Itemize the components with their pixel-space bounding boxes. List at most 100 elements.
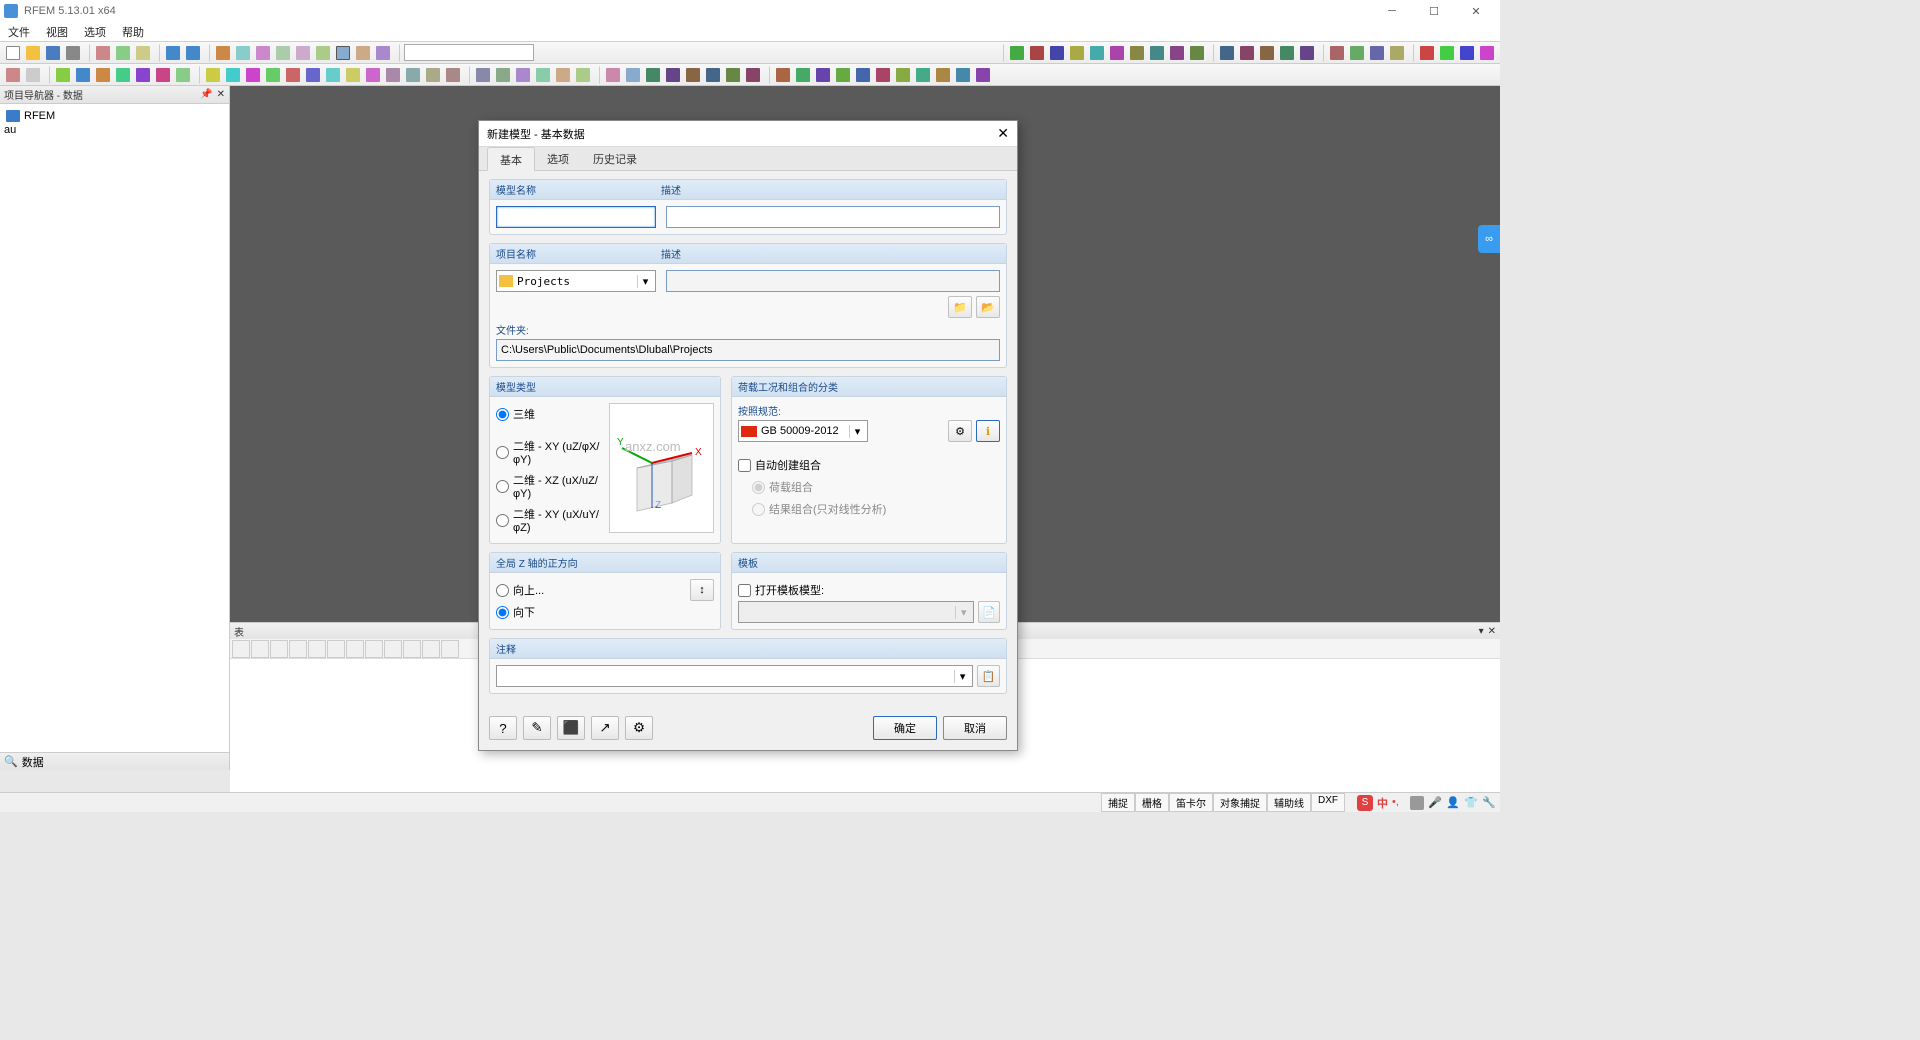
tool-v2[interactable] (1028, 44, 1046, 62)
tp-btn-11[interactable] (422, 640, 440, 658)
tp-pin-icon[interactable]: ▾ (1479, 626, 1484, 637)
pin-icon[interactable]: 📌 (200, 89, 212, 100)
navigator-root-item[interactable]: RFEM (4, 108, 225, 124)
ime-icon[interactable]: S (1357, 795, 1373, 811)
tool-v21[interactable] (1438, 44, 1456, 62)
tab-basic[interactable]: 基本 (487, 147, 535, 171)
t2-d[interactable] (74, 66, 92, 84)
tray-tool-icon[interactable]: 🔧 (1482, 796, 1496, 810)
tool-paste[interactable] (134, 44, 152, 62)
tool-v6[interactable] (1108, 44, 1126, 62)
tp-btn-1[interactable] (232, 640, 250, 658)
t2-as[interactable] (934, 66, 952, 84)
t2-ag[interactable] (684, 66, 702, 84)
t2-t[interactable] (404, 66, 422, 84)
tool-v13[interactable] (1258, 44, 1276, 62)
t2-j[interactable] (204, 66, 222, 84)
t2-l[interactable] (244, 66, 262, 84)
standard-settings-button[interactable]: ⚙ (948, 420, 972, 442)
t2-ap[interactable] (874, 66, 892, 84)
t2-v[interactable] (444, 66, 462, 84)
project-browse-button[interactable]: 📁 (948, 296, 972, 318)
tp-btn-5[interactable] (308, 640, 326, 658)
tool-g[interactable] (334, 44, 352, 62)
t2-ai[interactable] (724, 66, 742, 84)
tool-v3[interactable] (1048, 44, 1066, 62)
t2-z[interactable] (534, 66, 552, 84)
tool-new[interactable] (4, 44, 22, 62)
t2-ak[interactable] (774, 66, 792, 84)
t2-af[interactable] (664, 66, 682, 84)
t2-r[interactable] (364, 66, 382, 84)
minimize-button[interactable]: ─ (1372, 1, 1412, 21)
t2-g[interactable] (134, 66, 152, 84)
radio-2d-xz[interactable]: 二维 - XZ (uX/uZ/φY) (496, 469, 609, 503)
search-icon[interactable]: 🔍 (4, 755, 18, 768)
tool-d[interactable] (274, 44, 292, 62)
standard-info-button[interactable]: ℹ (976, 420, 1000, 442)
tp-btn-8[interactable] (365, 640, 383, 658)
tab-history[interactable]: 历史记录 (581, 147, 649, 170)
t2-aq[interactable] (894, 66, 912, 84)
close-button[interactable]: ✕ (1456, 1, 1496, 21)
tool-print[interactable] (64, 44, 82, 62)
tp-btn-3[interactable] (270, 640, 288, 658)
tp-btn-4[interactable] (289, 640, 307, 658)
z-axis-orient-button[interactable]: ↕ (690, 579, 714, 601)
tool-h[interactable] (354, 44, 372, 62)
tool-v8[interactable] (1148, 44, 1166, 62)
tray-punct-icon[interactable]: •, (1392, 796, 1406, 810)
status-dxf[interactable]: DXF (1311, 793, 1345, 812)
tool-f[interactable] (314, 44, 332, 62)
t2-an[interactable] (834, 66, 852, 84)
tool-v15[interactable] (1298, 44, 1316, 62)
tool-v9[interactable] (1168, 44, 1186, 62)
menu-file[interactable]: 文件 (8, 24, 30, 40)
transfer-button[interactable]: ↗ (591, 716, 619, 740)
tool-v17[interactable] (1348, 44, 1366, 62)
tp-btn-7[interactable] (346, 640, 364, 658)
status-grid[interactable]: 栅格 (1135, 793, 1169, 812)
model-description-input[interactable] (666, 206, 1000, 228)
status-guides[interactable]: 辅助线 (1267, 793, 1311, 812)
t2-n[interactable] (284, 66, 302, 84)
tp-btn-10[interactable] (403, 640, 421, 658)
tray-mic-icon[interactable]: 🎤 (1428, 796, 1442, 810)
comment-input[interactable]: ▾ (496, 665, 973, 687)
cloud-side-tab[interactable]: ∞ (1478, 225, 1500, 253)
tool-v20[interactable] (1418, 44, 1436, 62)
t2-am[interactable] (814, 66, 832, 84)
template-browse-button[interactable]: 📄 (978, 601, 1000, 623)
t2-ac[interactable] (604, 66, 622, 84)
radio-2d-xy2[interactable]: 二维 - XY (uX/uY/φZ) (496, 503, 609, 537)
radio-up[interactable]: 向上... (496, 579, 690, 601)
tp-btn-6[interactable] (327, 640, 345, 658)
t2-a[interactable] (4, 66, 22, 84)
radio-2d-xy[interactable]: 二维 - XY (uZ/φX/φY) (496, 435, 609, 469)
edit-button[interactable]: ✎ (523, 716, 551, 740)
cancel-button[interactable]: 取消 (943, 716, 1007, 740)
t2-i[interactable] (174, 66, 192, 84)
maximize-button[interactable]: ☐ (1414, 1, 1454, 21)
check-open-template[interactable]: 打开模板模型: (738, 579, 1000, 601)
tool-i[interactable] (374, 44, 392, 62)
comment-library-button[interactable]: 📋 (977, 665, 1000, 687)
t2-ab[interactable] (574, 66, 592, 84)
tool-v14[interactable] (1278, 44, 1296, 62)
t2-w[interactable] (474, 66, 492, 84)
tool-v10[interactable] (1188, 44, 1206, 62)
t2-m[interactable] (264, 66, 282, 84)
t2-au[interactable] (974, 66, 992, 84)
help-button[interactable]: ? (489, 716, 517, 740)
tool-v22[interactable] (1458, 44, 1476, 62)
t2-aj[interactable] (744, 66, 762, 84)
t2-ar[interactable] (914, 66, 932, 84)
project-select[interactable]: Projects ▾ (496, 270, 656, 292)
tool-v7[interactable] (1128, 44, 1146, 62)
project-manage-button[interactable]: 📂 (976, 296, 1000, 318)
check-auto-combo[interactable]: 自动创建组合 (738, 454, 1000, 476)
t2-ad[interactable] (624, 66, 642, 84)
model-name-input[interactable] (496, 206, 656, 228)
tool-redo[interactable] (184, 44, 202, 62)
t2-e[interactable] (94, 66, 112, 84)
